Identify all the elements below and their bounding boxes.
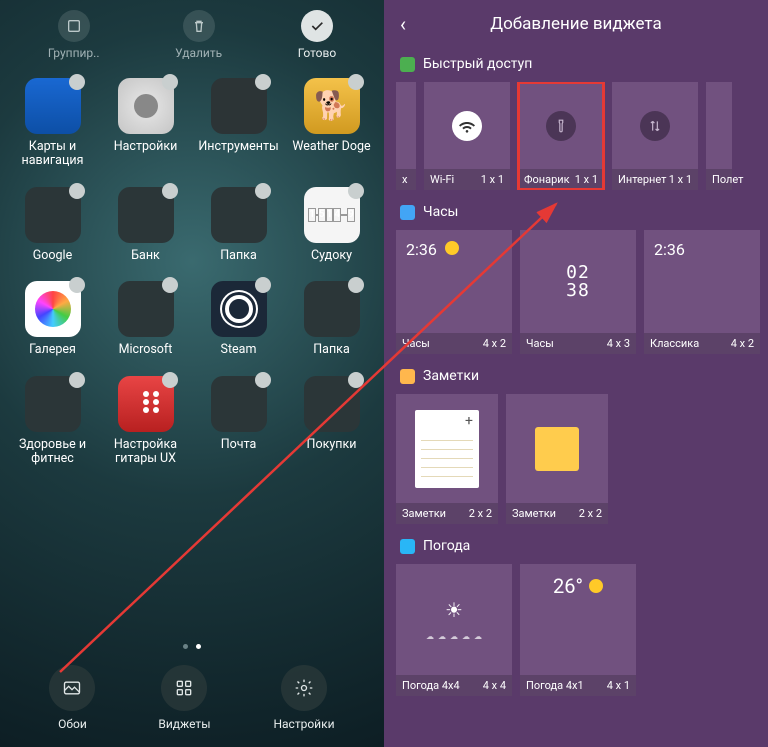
app-guitar-tuner[interactable]: Настройка гитары UX bbox=[101, 376, 190, 467]
app-microsoft-folder[interactable]: Microsoft bbox=[101, 281, 190, 357]
app-grid: Карты и навигация Настройки Инструменты … bbox=[0, 64, 384, 474]
weather-section-icon bbox=[400, 539, 415, 554]
group-label: Группир.. bbox=[48, 46, 100, 60]
app-google-folder[interactable]: Google bbox=[8, 187, 97, 263]
home-editor-screen: Группир.. Удалить Готово Карты и навигац… bbox=[0, 0, 384, 747]
widget-notes-2[interactable]: Заметки2 x 2 bbox=[506, 394, 608, 524]
section-notes: Заметки Заметки2 x 2 Заметки2 x 2 bbox=[384, 356, 768, 526]
app-sudoku[interactable]: 15149Судоку bbox=[287, 187, 376, 263]
notes-section-icon bbox=[400, 369, 415, 384]
settings-button[interactable]: Настройки bbox=[273, 665, 334, 731]
done-action[interactable]: Готово bbox=[298, 10, 336, 60]
app-health-folder[interactable]: Здоровье и фитнес bbox=[8, 376, 97, 467]
widget-clock-2[interactable]: 02 38 Часы4 x 3 bbox=[520, 230, 636, 354]
back-icon[interactable]: ‹ bbox=[400, 14, 406, 34]
widget-picker-header: ‹ Добавление виджета bbox=[384, 0, 768, 44]
widget-edge-left[interactable]: x bbox=[396, 82, 416, 190]
internet-icon bbox=[640, 111, 670, 141]
app-weather-doge[interactable]: Weather Doge bbox=[287, 78, 376, 169]
page-title: Добавление виджета bbox=[420, 14, 732, 34]
section-quick-access: Быстрый доступ x Wi-Fi1 x 1 Фонарик1 x 1… bbox=[384, 44, 768, 192]
app-steam[interactable]: Steam bbox=[194, 281, 283, 357]
clock-section-icon bbox=[400, 205, 415, 220]
page-indicator bbox=[0, 644, 384, 649]
widget-weather-4x1[interactable]: 26° Погода 4x14 x 1 bbox=[520, 564, 636, 696]
done-label: Готово bbox=[298, 46, 336, 60]
widget-clock-1[interactable]: 2:36 Часы4 x 2 bbox=[396, 230, 512, 354]
app-gallery[interactable]: Галерея bbox=[8, 281, 97, 357]
widget-flight[interactable]: Полет bbox=[706, 82, 732, 190]
widget-wifi[interactable]: Wi-Fi1 x 1 bbox=[424, 82, 510, 190]
widget-notes-1[interactable]: Заметки2 x 2 bbox=[396, 394, 498, 524]
widget-internet[interactable]: Интернет1 x 1 bbox=[612, 82, 698, 190]
delete-action[interactable]: Удалить bbox=[175, 10, 222, 60]
app-folder-1[interactable]: Папка bbox=[194, 187, 283, 263]
app-settings[interactable]: Настройки bbox=[101, 78, 190, 169]
app-shopping-folder[interactable]: Покупки bbox=[287, 376, 376, 467]
editor-top-actions: Группир.. Удалить Готово bbox=[0, 0, 384, 64]
editor-bottom-bar: Обои Виджеты Настройки bbox=[0, 659, 384, 747]
app-maps[interactable]: Карты и навигация bbox=[8, 78, 97, 169]
app-tools-folder[interactable]: Инструменты bbox=[194, 78, 283, 169]
app-folder-2[interactable]: Папка bbox=[287, 281, 376, 357]
quick-access-icon bbox=[400, 57, 415, 72]
wifi-icon bbox=[452, 111, 482, 141]
app-mail-folder[interactable]: Почта bbox=[194, 376, 283, 467]
wallpaper-button[interactable]: Обои bbox=[49, 665, 95, 731]
flashlight-icon bbox=[546, 111, 576, 141]
widget-picker-screen: ‹ Добавление виджета Быстрый доступ x Wi… bbox=[384, 0, 768, 747]
widget-clock-3[interactable]: 2:36 Классика4 x 2 bbox=[644, 230, 760, 354]
section-clock: Часы 2:36 Часы4 x 2 02 38 Часы4 x 3 2:36… bbox=[384, 192, 768, 356]
widget-flashlight[interactable]: Фонарик1 x 1 bbox=[518, 82, 604, 190]
app-bank-folder[interactable]: Банк bbox=[101, 187, 190, 263]
delete-label: Удалить bbox=[175, 46, 222, 60]
note-paper-icon bbox=[415, 410, 479, 488]
section-weather: Погода ☀☁☁☁☁☁ Погода 4x44 x 4 26° Погода… bbox=[384, 526, 768, 698]
note-sticky-icon bbox=[535, 427, 579, 471]
widgets-button[interactable]: Виджеты bbox=[158, 665, 210, 731]
group-action[interactable]: Группир.. bbox=[48, 10, 100, 60]
widget-weather-4x4[interactable]: ☀☁☁☁☁☁ Погода 4x44 x 4 bbox=[396, 564, 512, 696]
